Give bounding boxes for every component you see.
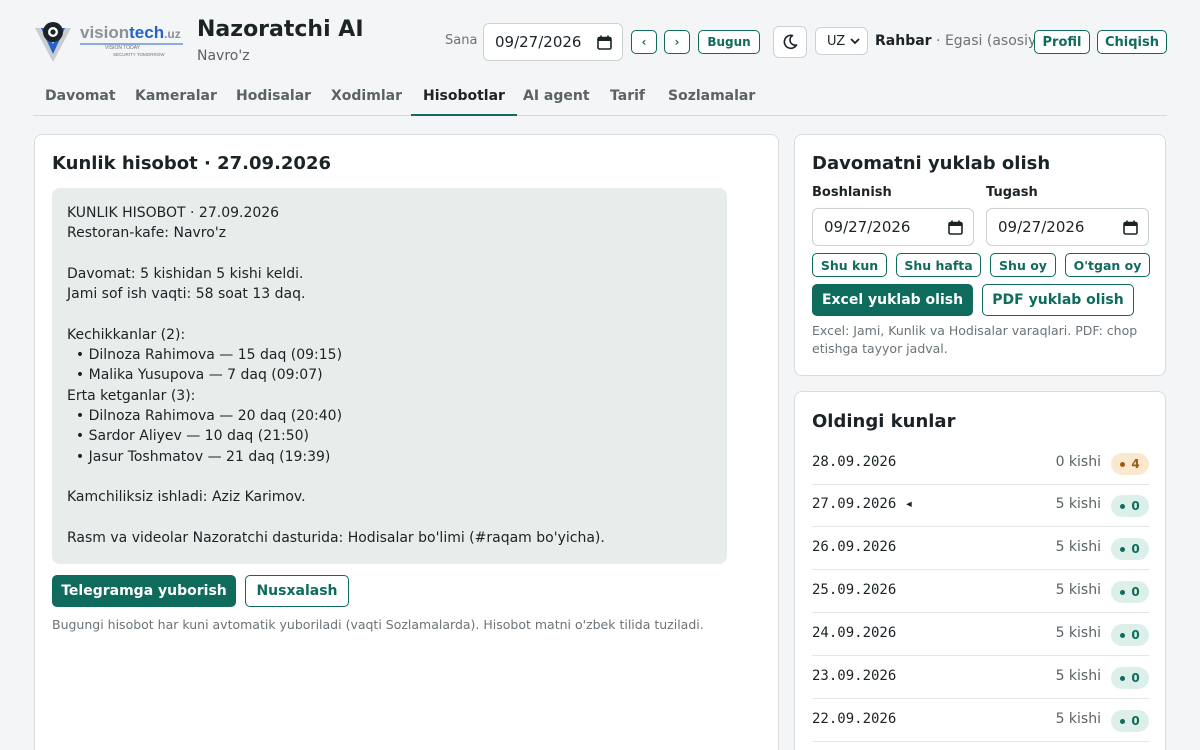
tab-davomat[interactable]: Davomat	[33, 84, 128, 116]
incident-badge: 0	[1111, 495, 1149, 517]
svg-text:visiontech.uz: visiontech.uz	[80, 23, 181, 42]
start-date-value: 09/27/2026	[824, 218, 911, 236]
incident-badge: 0	[1111, 538, 1149, 560]
main-tabs: Davomat Kameralar Hodisalar Xodimlar His…	[33, 84, 1167, 116]
svg-text:SECURITY TOMORROW: SECURITY TOMORROW	[113, 52, 165, 57]
history-row[interactable]: 28.09.2026 0 kishi 4	[812, 442, 1149, 485]
language-value: UZ	[827, 33, 846, 49]
history-date: 27.09.2026 ◂	[812, 496, 914, 512]
date-picker[interactable]: 09/27/2026	[483, 23, 623, 61]
date-value: 09/27/2026	[495, 33, 582, 51]
org-name: Navro'z	[197, 48, 250, 64]
history-date: 24.09.2026	[812, 625, 897, 641]
tab-tarif[interactable]: Tarif	[598, 84, 657, 116]
history-row[interactable]: 24.09.2026 5 kishi 0	[812, 613, 1149, 656]
history-row[interactable]: 22.09.2026 5 kishi 0	[812, 699, 1149, 742]
tab-xodimlar[interactable]: Xodimlar	[319, 84, 414, 116]
app-title: Nazoratchi AI	[197, 17, 364, 42]
copy-button[interactable]: Nusxalash	[245, 575, 349, 607]
logout-button[interactable]: Chiqish	[1097, 30, 1167, 54]
history-date: 26.09.2026	[812, 539, 897, 555]
user-info: Rahbar · Egasi (asosiy)	[875, 33, 1042, 49]
incident-badge: 4	[1111, 453, 1149, 475]
history-date: 23.09.2026	[812, 668, 897, 684]
incident-badge: 0	[1111, 581, 1149, 603]
history-count: 5 kishi	[1055, 539, 1101, 555]
calendar-icon[interactable]	[948, 220, 963, 235]
history-row[interactable]: 23.09.2026 5 kishi 0	[812, 656, 1149, 699]
logo-mark: visiontech.uz VISION TODAY SECURITY TOMO…	[35, 22, 183, 62]
history-date: 25.09.2026	[812, 582, 897, 598]
history-row[interactable]: 25.09.2026 5 kishi 0	[812, 570, 1149, 613]
incident-badge: 0	[1111, 624, 1149, 646]
report-text: KUNLIK HISOBOT · 27.09.2026 Restoran-kaf…	[52, 188, 727, 564]
export-card: Davomatni yuklab olish Boshlanish Tugash…	[794, 134, 1166, 376]
date-label: Sana	[445, 33, 478, 48]
preset-today-button[interactable]: Shu kun	[812, 253, 887, 277]
calendar-icon[interactable]	[597, 35, 612, 50]
tab-hisobotlar[interactable]: Hisobotlar	[411, 84, 517, 116]
incident-badge: 0	[1111, 667, 1149, 689]
history-row[interactable]: 27.09.2026 ◂ 5 kishi 0	[812, 484, 1149, 527]
start-date-input[interactable]: 09/27/2026	[812, 208, 974, 246]
user-role: Rahbar	[875, 33, 932, 49]
history-count: 5 kishi	[1055, 582, 1101, 598]
today-button[interactable]: Bugun	[698, 30, 760, 54]
history-row[interactable]: 26.09.2026 5 kishi 0	[812, 527, 1149, 570]
incident-badge: 0	[1111, 710, 1149, 732]
prev-day-button[interactable]: ‹	[631, 30, 657, 54]
start-date-label: Boshlanish	[812, 185, 892, 200]
tab-ai-agent[interactable]: AI agent	[511, 84, 602, 116]
moon-icon	[783, 34, 798, 50]
export-hint: Excel: Jami, Kunlik va Hodisalar varaqla…	[812, 323, 1138, 356]
history-count: 5 kishi	[1055, 625, 1101, 641]
history-date: 28.09.2026	[812, 454, 897, 470]
history-count: 5 kishi	[1055, 668, 1101, 684]
tab-hodisalar[interactable]: Hodisalar	[224, 84, 323, 116]
pdf-download-button[interactable]: PDF yuklab olish	[982, 284, 1134, 316]
next-day-button[interactable]: ›	[664, 30, 690, 54]
profile-button[interactable]: Profil	[1034, 30, 1090, 54]
preset-month-button[interactable]: Shu oy	[990, 253, 1056, 277]
chevron-down-icon	[850, 38, 860, 45]
user-owner: Egasi (asosiy)	[944, 33, 1042, 49]
tab-sozlamalar[interactable]: Sozlamalar	[656, 84, 767, 116]
previous-days-card: Oldingi kunlar 28.09.2026 0 kishi 4 27.0…	[794, 391, 1166, 750]
end-date-input[interactable]: 09/27/2026	[986, 208, 1149, 246]
visiontech-logo: visiontech.uz VISION TODAY SECURITY TOMO…	[33, 18, 183, 64]
tab-kameralar[interactable]: Kameralar	[123, 84, 229, 116]
history-title: Oldingi kunlar	[812, 411, 956, 432]
svg-text:VISION TODAY: VISION TODAY	[105, 45, 141, 51]
app-header: visiontech.uz VISION TODAY SECURITY TOMO…	[0, 0, 1200, 78]
daily-report-card: Kunlik hisobot · 27.09.2026 KUNLIK HISOB…	[34, 134, 779, 750]
user-separator: ·	[931, 33, 945, 49]
report-hint: Bugungi hisobot har kuni avtomatik yubor…	[52, 617, 704, 632]
excel-download-button[interactable]: Excel yuklab olish	[812, 284, 973, 316]
send-telegram-button[interactable]: Telegramga yuborish	[52, 575, 236, 607]
selected-marker-icon: ◂	[904, 496, 914, 512]
history-count: 5 kishi	[1055, 711, 1101, 727]
end-date-label: Tugash	[986, 185, 1038, 200]
preset-last-month-button[interactable]: O'tgan oy	[1065, 253, 1150, 277]
history-count: 0 kishi	[1055, 454, 1101, 470]
history-date: 22.09.2026	[812, 711, 897, 727]
end-date-value: 09/27/2026	[998, 218, 1085, 236]
calendar-icon[interactable]	[1123, 220, 1138, 235]
language-select[interactable]: UZ	[815, 27, 868, 55]
export-title: Davomatni yuklab olish	[812, 153, 1051, 174]
theme-toggle-button[interactable]	[773, 26, 807, 58]
report-title: Kunlik hisobot · 27.09.2026	[52, 153, 331, 174]
preset-week-button[interactable]: Shu hafta	[896, 253, 981, 277]
history-count: 5 kishi	[1055, 496, 1101, 512]
